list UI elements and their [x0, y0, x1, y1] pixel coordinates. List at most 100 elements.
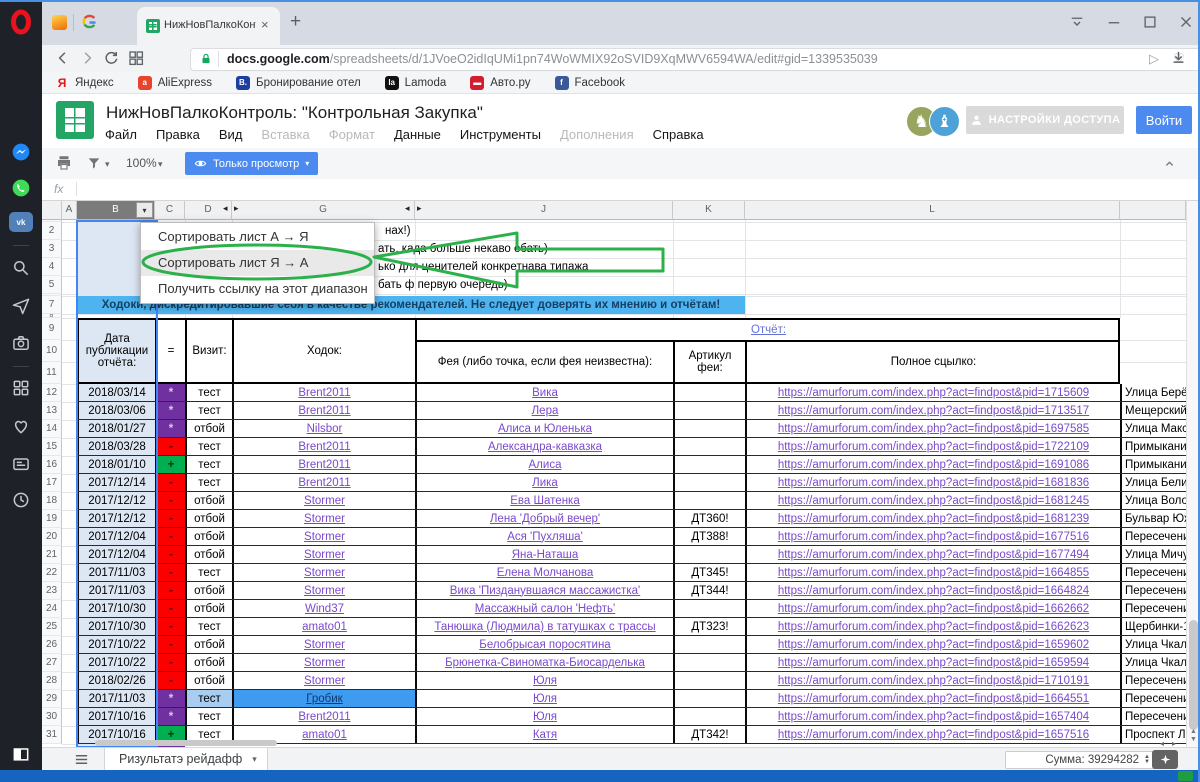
cell-feya-link[interactable]: Катя: [533, 729, 557, 741]
scroll-down-icon[interactable]: ▼: [1190, 736, 1197, 743]
cell-visit[interactable]: отбой: [185, 636, 232, 653]
viewer-avatar-blue[interactable]: ♝: [929, 106, 960, 137]
row-header-27[interactable]: 27: [42, 654, 62, 672]
cell-url[interactable]: https://amurforum.com/index.php?act=find…: [745, 474, 1120, 491]
bookmark-item[interactable]: ▬Авто.ру: [470, 76, 530, 90]
cell-artikul[interactable]: [673, 654, 745, 671]
cell-hodok-link[interactable]: Nilsbor: [307, 423, 343, 435]
cell-hodok-link[interactable]: Brent2011: [298, 459, 350, 471]
context-menu-item[interactable]: Сортировать лист А → Я: [141, 224, 374, 250]
cell-feya-link[interactable]: Массажный салон 'Нефть': [475, 603, 615, 615]
cell-hodok-link[interactable]: Stormer: [304, 675, 345, 687]
tab-close-icon[interactable]: ×: [261, 17, 269, 32]
cell-url[interactable]: https://amurforum.com/index.php?act=find…: [745, 690, 1120, 707]
cell-address[interactable]: Улица Чкало: [1120, 636, 1186, 653]
cell-hodok[interactable]: Brent2011: [232, 708, 415, 725]
minimize-button[interactable]: [1105, 13, 1123, 36]
cell-feya-link[interactable]: Белобрысая поросятина: [479, 639, 610, 651]
cell-hodok[interactable]: amato01: [232, 618, 415, 635]
cell-url[interactable]: https://amurforum.com/index.php?act=find…: [745, 384, 1120, 401]
cell-url-link[interactable]: https://amurforum.com/index.php?act=find…: [778, 387, 1089, 399]
cell-artikul[interactable]: ДТ360!: [673, 510, 745, 527]
cell-date[interactable]: 2017/12/04: [77, 528, 155, 545]
cell-artikul[interactable]: ДТ323!: [673, 618, 745, 635]
cell-url-link[interactable]: https://amurforum.com/index.php?act=find…: [778, 711, 1089, 723]
cell-feya-link[interactable]: Елена Молчанова: [497, 567, 594, 579]
cell-artikul[interactable]: ДТ345!: [673, 564, 745, 581]
cell-url-link[interactable]: https://amurforum.com/index.php?act=find…: [778, 693, 1089, 705]
header-full-link[interactable]: Полное сцылко:: [745, 340, 1120, 384]
row-header-15[interactable]: 15: [42, 438, 62, 456]
cell-date[interactable]: 2018/01/27: [77, 420, 155, 437]
cell-address[interactable]: Улица Мичур: [1120, 546, 1186, 563]
cell-hodok-link[interactable]: Stormer: [304, 639, 345, 651]
bookmark-item[interactable]: B.Бронирование отел: [236, 76, 361, 90]
cell-feya-link[interactable]: Брюнетка-Свиноматка-Биосарделька: [445, 657, 645, 669]
row-header-29[interactable]: 29: [42, 690, 62, 708]
sheets-logo[interactable]: [56, 101, 94, 139]
cell-feya-link[interactable]: Алиса и Юленька: [498, 423, 592, 435]
cell-hodok[interactable]: Nilsbor: [232, 420, 415, 437]
cell-date[interactable]: 2018/03/28: [77, 438, 155, 455]
cell-date[interactable]: 2017/12/12: [77, 510, 155, 527]
bookmark-item[interactable]: aAliExpress: [138, 76, 212, 90]
cell-visit[interactable]: тест: [185, 618, 232, 635]
menu-Вид[interactable]: Вид: [219, 127, 243, 142]
cell-date[interactable]: 2017/10/30: [77, 618, 155, 635]
cell-artikul[interactable]: [673, 600, 745, 617]
cell-hodok[interactable]: Stormer: [232, 528, 415, 545]
vertical-scroll-thumb[interactable]: [1189, 620, 1198, 730]
cell-address[interactable]: Пересечение: [1120, 690, 1186, 707]
vertical-scrollbar[interactable]: ▲ ▼: [1186, 200, 1200, 747]
cell-artikul[interactable]: [673, 420, 745, 437]
cell-visit[interactable]: тест: [185, 438, 232, 455]
cell-mark[interactable]: -: [155, 438, 185, 455]
horizontal-scroll-thumb[interactable]: [95, 740, 277, 746]
cell-address[interactable]: Мещерский: [1120, 402, 1186, 419]
row-header-23[interactable]: 23: [42, 582, 62, 600]
cell-visit[interactable]: отбой: [185, 582, 232, 599]
cell-feya[interactable]: Лера: [415, 402, 673, 419]
cell-url-link[interactable]: https://amurforum.com/index.php?act=find…: [778, 513, 1089, 525]
cell-url[interactable]: https://amurforum.com/index.php?act=find…: [745, 582, 1120, 599]
cell-url-link[interactable]: https://amurforum.com/index.php?act=find…: [778, 657, 1089, 669]
cell-feya-link[interactable]: Вика: [532, 387, 558, 399]
cell-url-link[interactable]: https://amurforum.com/index.php?act=find…: [778, 423, 1089, 435]
cell-mark[interactable]: -: [155, 600, 185, 617]
cell-artikul[interactable]: [673, 474, 745, 491]
menu-Инструменты[interactable]: Инструменты: [460, 127, 541, 142]
cell-mark[interactable]: -: [155, 546, 185, 563]
cell-date[interactable]: 2018/03/14: [77, 384, 155, 401]
cell-address[interactable]: Пересечение: [1120, 600, 1186, 617]
cell-date[interactable]: 2018/02/26: [77, 672, 155, 689]
partial-cell-text[interactable]: бать ф первую очередь): [378, 276, 508, 294]
cell-feya[interactable]: Ева Шатенка: [415, 492, 673, 509]
cell-hodok-link[interactable]: amato01: [302, 621, 347, 633]
header-feya[interactable]: Фея (либо точка, если фея неизвестна):: [415, 340, 673, 384]
cell-url[interactable]: https://amurforum.com/index.php?act=find…: [745, 420, 1120, 437]
cell-mark[interactable]: +: [155, 456, 185, 473]
cell-feya[interactable]: Александра-кавказка: [415, 438, 673, 455]
cell-mark[interactable]: *: [155, 690, 185, 707]
pinned-tab-google-icon[interactable]: [81, 13, 98, 35]
partial-cell-text[interactable]: нах!): [385, 222, 411, 240]
cell-date[interactable]: 2017/11/03: [77, 582, 155, 599]
cell-feya-link[interactable]: Танюшка (Людмила) в татушках с трассы: [434, 621, 655, 633]
cell-feya[interactable]: Вика 'Пизданувшаяся массажистка': [415, 582, 673, 599]
cell-mark[interactable]: -: [155, 492, 185, 509]
cell-url-link[interactable]: https://amurforum.com/index.php?act=find…: [778, 495, 1089, 507]
row-header-4[interactable]: 4: [42, 258, 62, 276]
cell-visit[interactable]: отбой: [185, 654, 232, 671]
cell-feya[interactable]: Алиса: [415, 456, 673, 473]
sheet-tab[interactable]: Ризультатэ рейдафф ▾: [104, 748, 268, 771]
cell-date[interactable]: 2017/10/22: [77, 636, 155, 653]
row-header-19[interactable]: 19: [42, 510, 62, 528]
cell-mark[interactable]: -: [155, 618, 185, 635]
zoom-caret[interactable]: ▾: [158, 159, 163, 170]
partial-cell-text[interactable]: ать, када больше некаво ебать): [378, 240, 548, 258]
cell-date[interactable]: 2017/12/12: [77, 492, 155, 509]
row-header-22[interactable]: 22: [42, 564, 62, 582]
cell-date[interactable]: 2017/10/16: [77, 708, 155, 725]
cell-hodok-link[interactable]: Wind37: [305, 603, 344, 615]
cell-artikul[interactable]: ДТ388!: [673, 528, 745, 545]
